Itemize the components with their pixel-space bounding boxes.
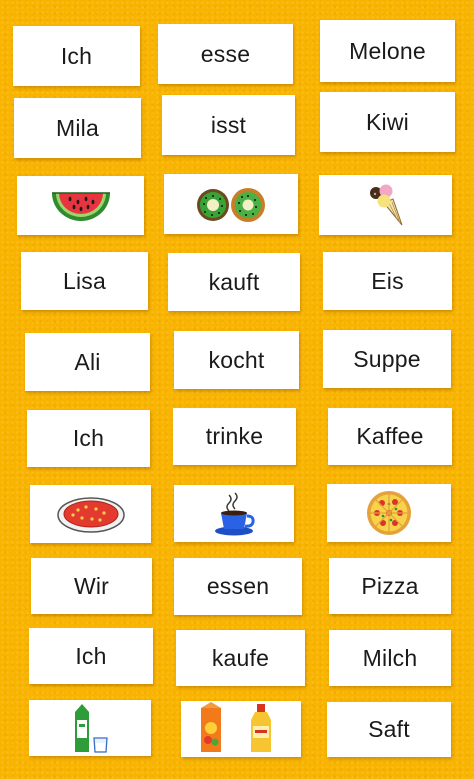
word-label: Ich <box>75 642 107 669</box>
word-label: essen <box>206 573 270 599</box>
word-label: Pizza <box>361 572 419 599</box>
juice-icon <box>201 702 271 752</box>
word-card-ich[interactable]: Ich <box>13 26 140 86</box>
picture-card-juice[interactable] <box>181 701 301 757</box>
word-card-trinke[interactable]: trinke <box>173 408 296 465</box>
word-label: trinke <box>205 423 264 449</box>
word-card-wir[interactable]: Wir <box>31 558 152 614</box>
ice-cream-icon <box>369 184 402 226</box>
word-card-suppe[interactable]: Suppe <box>323 330 451 388</box>
word-card-ich-3[interactable]: Ich <box>29 628 153 684</box>
word-label: Kiwi <box>366 108 409 135</box>
word-card-melone[interactable]: Melone <box>320 20 455 82</box>
word-label: Ali <box>74 348 101 375</box>
word-label: Melone <box>349 37 426 64</box>
word-card-esse[interactable]: esse <box>158 24 293 84</box>
word-card-pizza[interactable]: Pizza <box>329 558 451 614</box>
word-card-kocht[interactable]: kocht <box>174 331 299 389</box>
word-label: Ich <box>60 42 93 69</box>
word-label: Saft <box>368 716 410 742</box>
picture-card-milk[interactable] <box>29 700 151 756</box>
picture-card-pizza[interactable] <box>327 484 451 542</box>
word-card-essen[interactable]: essen <box>174 558 302 615</box>
word-card-kauft[interactable]: kauft <box>168 253 300 311</box>
word-label: Ich <box>72 425 105 451</box>
picture-card-watermelon[interactable] <box>17 176 144 235</box>
word-label: Lisa <box>63 267 106 294</box>
word-card-ich-2[interactable]: Ich <box>27 410 150 467</box>
picture-card-soup[interactable] <box>30 485 151 543</box>
word-label: Eis <box>371 267 404 294</box>
picture-card-coffee[interactable] <box>174 485 294 542</box>
word-card-ali[interactable]: Ali <box>25 333 150 391</box>
pizza-icon <box>367 491 411 535</box>
kiwi-icon <box>197 188 265 222</box>
word-label: kauft <box>208 268 260 295</box>
word-label: Kaffee <box>356 423 424 449</box>
word-label: kaufe <box>211 644 270 671</box>
word-card-kaufe[interactable]: kaufe <box>176 630 305 686</box>
word-label: Suppe <box>353 345 421 372</box>
word-label: esse <box>200 40 251 67</box>
coffee-cup-icon <box>215 492 255 535</box>
soup-icon <box>56 497 125 533</box>
word-card-milch[interactable]: Milch <box>329 630 451 686</box>
word-card-lisa[interactable]: Lisa <box>21 252 148 310</box>
word-card-mila[interactable]: Mila <box>14 98 141 158</box>
felt-board: Ich esse Melone Mila isst Kiwi Lisa kauf… <box>0 0 474 779</box>
milk-icon <box>75 704 108 753</box>
word-label: Wir <box>73 572 110 599</box>
word-card-isst[interactable]: isst <box>162 95 295 155</box>
word-label: isst <box>210 111 247 138</box>
picture-card-kiwi[interactable] <box>164 174 298 234</box>
word-label: Milch <box>362 644 418 671</box>
picture-card-ice-cream[interactable] <box>319 175 452 235</box>
word-card-eis[interactable]: Eis <box>323 252 452 310</box>
word-card-kaffee[interactable]: Kaffee <box>328 408 452 465</box>
word-label: kocht <box>208 346 265 373</box>
word-card-saft[interactable]: Saft <box>327 702 451 757</box>
word-label: Mila <box>56 114 99 141</box>
watermelon-icon <box>51 191 110 221</box>
word-card-kiwi[interactable]: Kiwi <box>320 92 455 152</box>
